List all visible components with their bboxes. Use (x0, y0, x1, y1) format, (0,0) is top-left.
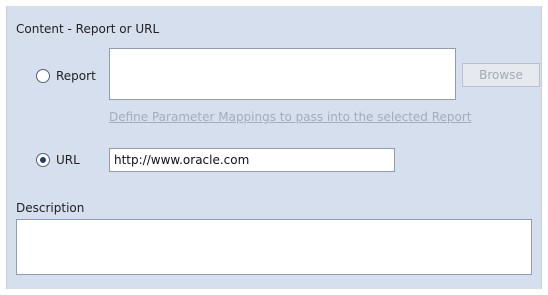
browse-button[interactable]: Browse (462, 63, 540, 87)
url-input[interactable] (109, 148, 395, 172)
description-field[interactable] (16, 219, 532, 275)
url-label: URL (56, 153, 80, 167)
description-label: Description (16, 201, 85, 215)
report-label: Report (56, 69, 96, 83)
report-path-field[interactable] (109, 48, 456, 100)
url-radio[interactable] (36, 153, 50, 167)
content-panel: Content - Report or URL Report Browse De… (6, 6, 542, 289)
section-title: Content - Report or URL (16, 22, 160, 36)
parameter-mappings-link[interactable]: Define Parameter Mappings to pass into t… (109, 110, 472, 124)
report-radio[interactable] (36, 69, 50, 83)
